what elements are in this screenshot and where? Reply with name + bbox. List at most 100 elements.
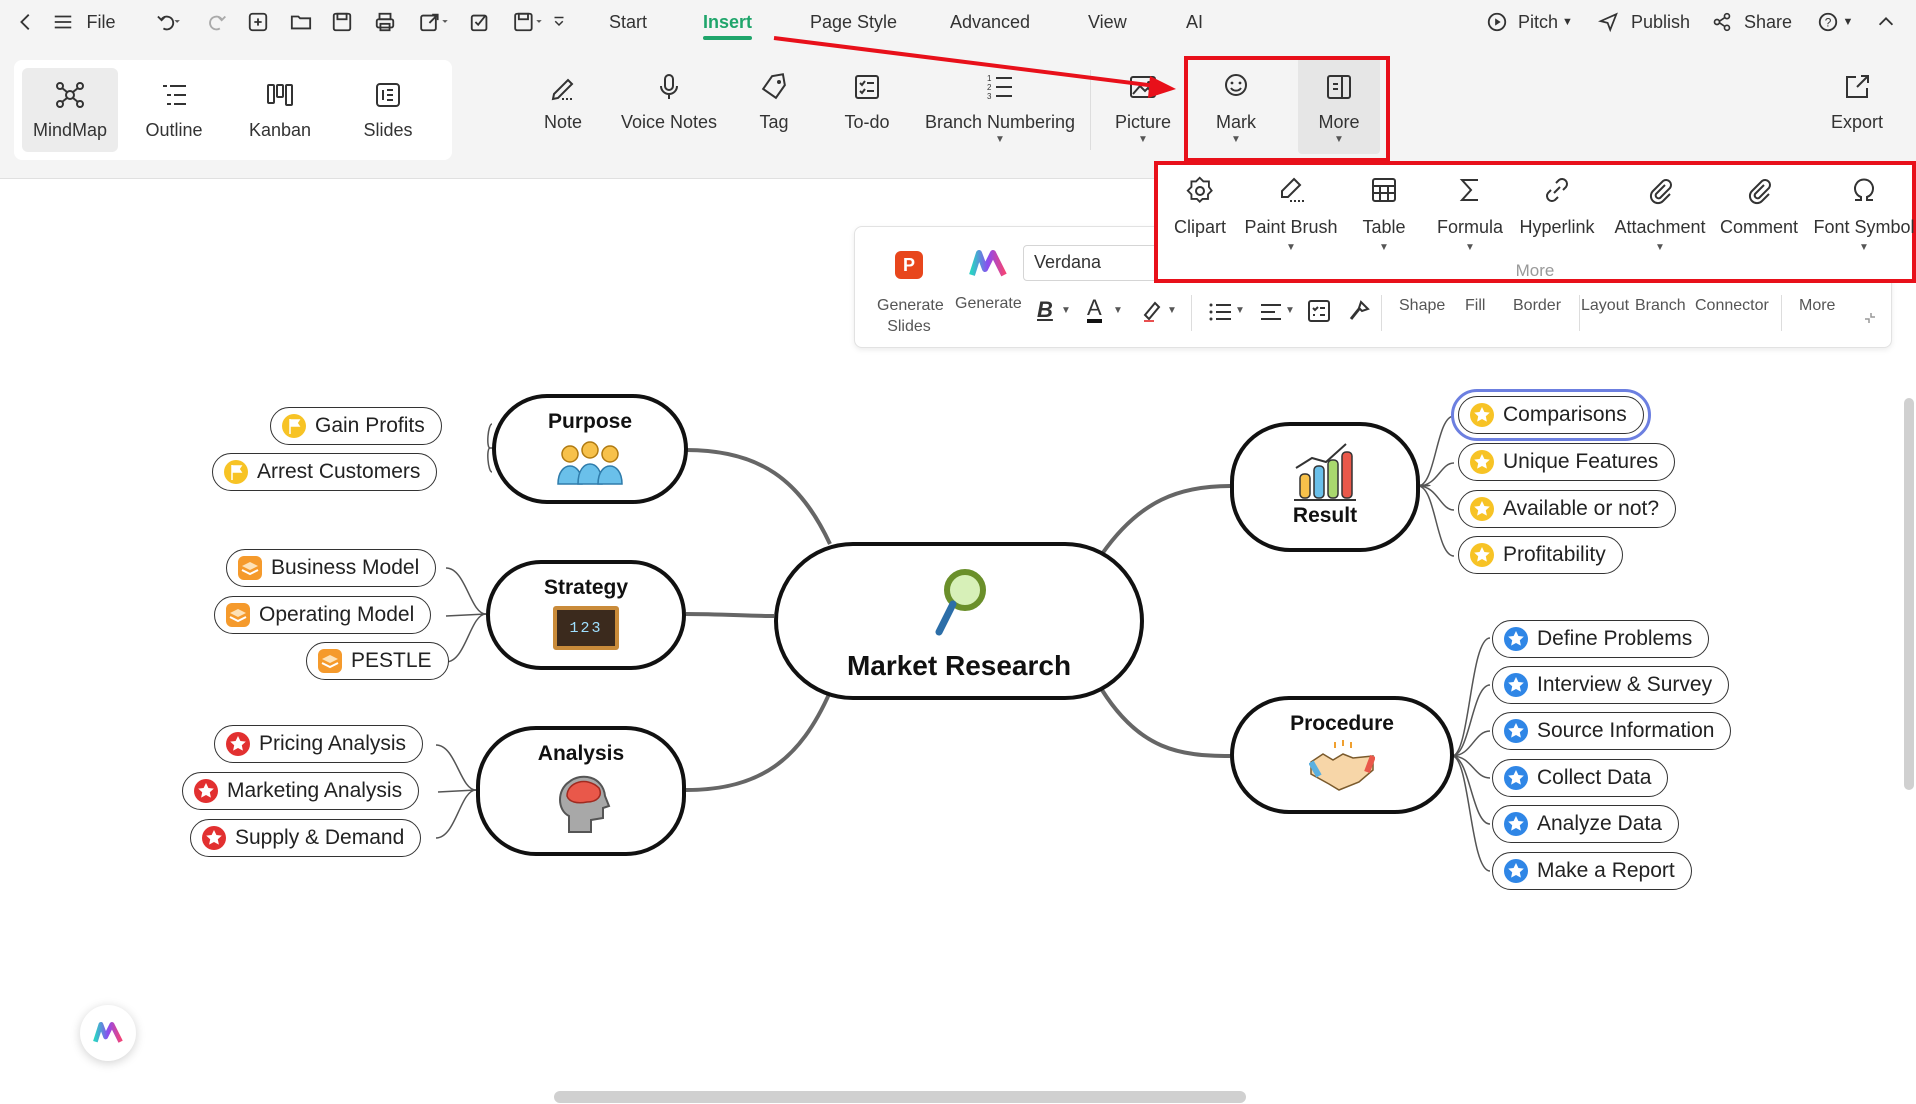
share-icon (1713, 12, 1731, 32)
export-share-icon[interactable] (414, 0, 454, 44)
topic-procedure[interactable]: Procedure (1230, 696, 1454, 814)
horizontal-scrollbar[interactable] (554, 1091, 1246, 1103)
subtopic-interview-survey[interactable]: Interview & Survey (1492, 666, 1730, 704)
star-icon (1504, 627, 1528, 651)
save-as-icon[interactable] (508, 0, 548, 44)
star-icon (1504, 673, 1528, 697)
vertical-scrollbar[interactable] (1904, 398, 1914, 790)
star-icon (1504, 859, 1528, 883)
tag-icon (761, 73, 786, 100)
star-icon (1504, 812, 1528, 836)
print-icon[interactable] (372, 0, 398, 44)
people-group-icon (557, 441, 623, 485)
subtopic-pestle[interactable]: PESTLE (306, 642, 449, 680)
star-icon (1504, 766, 1528, 790)
svg-text:3: 3 (987, 92, 992, 101)
subtopic-unique-features[interactable]: Unique Features (1458, 443, 1676, 481)
picture-button[interactable]: Picture ▼ (1114, 72, 1172, 145)
subtopic-define-problems[interactable]: Define Problems (1492, 620, 1710, 658)
subtopic-analyze-data[interactable]: Analyze Data (1492, 805, 1679, 843)
open-folder-icon[interactable] (288, 0, 314, 44)
share-button[interactable]: Share (1712, 0, 1792, 44)
tab-ai[interactable]: AI (1186, 0, 1203, 44)
tab-insert[interactable]: Insert (703, 0, 753, 44)
star-icon (1470, 497, 1494, 521)
tab-start[interactable]: Start (609, 0, 647, 44)
collapse-ribbon-icon[interactable] (1874, 0, 1898, 44)
export-button[interactable]: Export (1830, 72, 1884, 133)
subtopic-comparisons[interactable]: Comparisons (1451, 389, 1651, 441)
subtopic-marketing-analysis[interactable]: Marketing Analysis (182, 772, 420, 810)
save-icon[interactable] (330, 0, 354, 44)
svg-text:2: 2 (987, 83, 992, 92)
microphone-icon (660, 74, 678, 99)
subtopic-supply-demand[interactable]: Supply & Demand (190, 819, 422, 857)
ai-assistant-button[interactable] (80, 1005, 136, 1061)
redo-button[interactable] (206, 0, 230, 44)
topic-analysis[interactable]: Analysis (476, 726, 686, 856)
ribbon-toolbar: MindMap Outline Kanban Slides Note Voice… (0, 44, 1916, 179)
layers-icon (238, 556, 262, 580)
branch-numbering-button[interactable]: 123 Branch Numbering ▼ (925, 72, 1075, 145)
layers-icon (226, 603, 250, 627)
subtopic-business-model[interactable]: Business Model (226, 549, 437, 587)
svg-text:1: 1 (987, 74, 992, 83)
handshake-icon (1309, 740, 1375, 791)
star-icon (1470, 450, 1494, 474)
subtopic-gain-profits[interactable]: Gain Profits (270, 407, 442, 445)
ai-logo-icon (93, 1021, 123, 1043)
topic-result[interactable]: Result (1230, 422, 1420, 552)
publish-button[interactable]: Publish (1598, 0, 1690, 44)
star-icon (1470, 543, 1494, 567)
outline-icon (163, 85, 186, 105)
tab-page-style[interactable]: Page Style (810, 0, 897, 44)
flag-icon (282, 414, 306, 438)
voice-notes-button[interactable]: Voice Notes (621, 72, 717, 133)
menu-bar: File Start Insert Page Style Advanced Vi… (0, 0, 1916, 44)
view-kanban-button[interactable]: Kanban (232, 68, 328, 152)
subtopic-available-or-not[interactable]: Available or not? (1458, 490, 1677, 528)
magnifier-icon (935, 569, 986, 636)
star-icon (202, 826, 226, 850)
more-quick-tools-icon[interactable] (550, 0, 568, 44)
back-icon[interactable] (14, 0, 38, 44)
undo-button[interactable] (148, 0, 188, 44)
picture-icon (1130, 76, 1156, 98)
pitch-icon (1487, 12, 1507, 32)
new-file-icon[interactable] (246, 0, 270, 44)
subtopic-arrest-customers[interactable]: Arrest Customers (212, 453, 438, 491)
central-topic-market-research[interactable]: Market Research (774, 542, 1144, 700)
subtopic-pricing-analysis[interactable]: Pricing Analysis (214, 725, 424, 763)
star-icon (226, 732, 250, 756)
mindmap-icon (56, 82, 84, 108)
todo-button[interactable]: To-do (842, 72, 892, 133)
view-outline-button[interactable]: Outline (126, 68, 222, 152)
star-icon (1504, 719, 1528, 743)
checkbox-export-icon[interactable] (468, 0, 492, 44)
view-slides-button[interactable]: Slides (340, 68, 436, 152)
export-icon (1846, 75, 1869, 98)
pitch-button[interactable]: Pitch ▼ (1486, 0, 1586, 44)
file-menu[interactable]: File (86, 0, 116, 44)
view-switcher: MindMap Outline Kanban Slides (14, 60, 452, 160)
send-icon (1598, 12, 1618, 33)
bar-chart-icon (1294, 443, 1356, 501)
note-button[interactable]: Note (544, 72, 582, 133)
checklist-icon (855, 75, 879, 99)
subtopic-profitability[interactable]: Profitability (1458, 536, 1623, 574)
subtopic-source-information[interactable]: Source Information (1492, 712, 1732, 750)
tag-button[interactable]: Tag (756, 72, 792, 133)
hamburger-menu-icon[interactable] (50, 0, 76, 44)
tab-view[interactable]: View (1088, 0, 1127, 44)
tab-advanced[interactable]: Advanced (950, 0, 1030, 44)
subtopic-make-a-report[interactable]: Make a Report (1492, 852, 1692, 890)
subtopic-operating-model[interactable]: Operating Model (214, 596, 432, 634)
topic-strategy[interactable]: Strategy 123 (486, 560, 686, 670)
help-icon[interactable]: ? ▼ (1816, 0, 1854, 44)
subtopic-collect-data[interactable]: Collect Data (1492, 759, 1669, 797)
dropdown-caret-icon: ▼ (995, 134, 1005, 145)
mindmap-canvas[interactable]: Market Research Purpose Strategy 123 Ana… (0, 180, 1916, 1104)
view-mindmap-button[interactable]: MindMap (22, 68, 118, 152)
topic-purpose[interactable]: Purpose (492, 394, 688, 504)
svg-text:?: ? (1824, 16, 1831, 30)
